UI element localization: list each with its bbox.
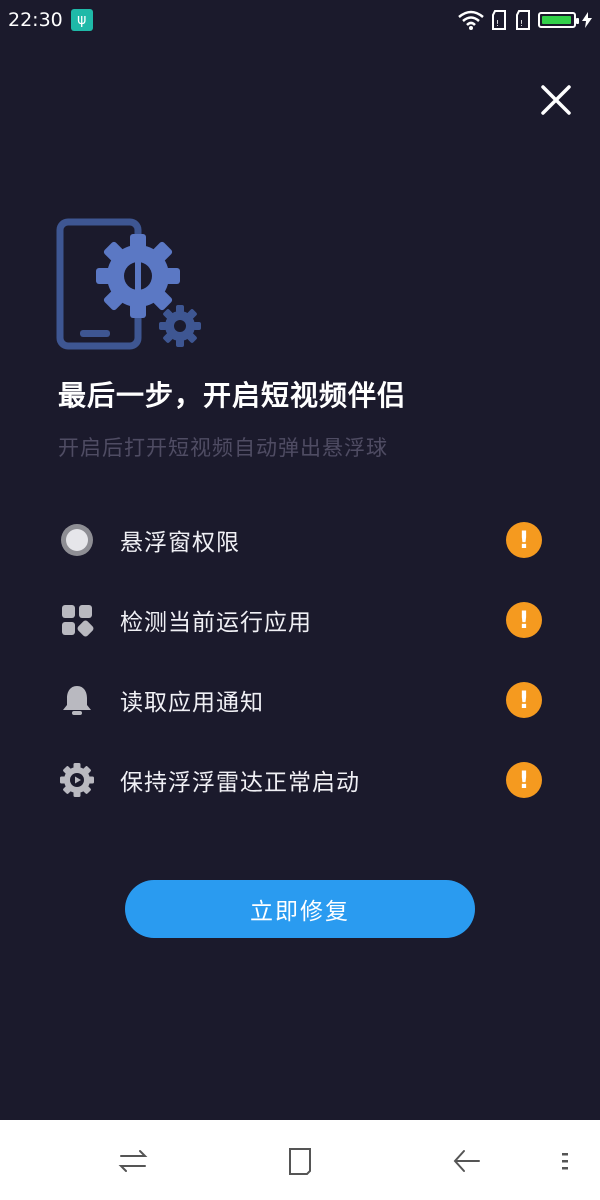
phone-gear-icon [56,218,206,353]
back-icon[interactable] [450,1144,484,1178]
close-button[interactable] [536,80,576,120]
permission-label: 保持浮浮雷达正常启动 [120,770,360,796]
permission-item-running-apps[interactable]: 检测当前运行应用 ! [58,590,548,650]
permission-label: 悬浮窗权限 [120,530,240,556]
usb-icon: ψ [70,9,93,31]
close-icon[interactable] [536,80,576,120]
float-window-icon [58,521,96,559]
sim-card-2-icon: ! [516,10,530,30]
status-bar-right: ! ! [458,9,592,31]
warning-icon: ! [506,762,542,798]
permission-label: 检测当前运行应用 [120,610,312,636]
warning-icon: ! [506,682,542,718]
wifi-icon [458,10,484,30]
status-bar-left: 22:30 ψ [8,9,93,31]
permission-label: 读取应用通知 [120,690,264,716]
charging-icon [582,12,592,28]
home-square-icon[interactable] [283,1144,317,1178]
clock: 22:30 [8,9,63,31]
permission-item-keep-alive[interactable]: 保持浮浮雷达正常启动 ! [58,750,548,810]
battery-icon [538,12,579,28]
bell-icon [58,681,96,719]
gear-play-icon [58,761,96,799]
permission-item-float-window[interactable]: 悬浮窗权限 ! [58,510,548,570]
warning-icon: ! [506,522,542,558]
apps-grid-icon [58,601,96,639]
navigation-bar [0,1120,600,1200]
menu-icon[interactable] [556,1144,590,1178]
svg-text:!: ! [520,19,523,28]
svg-text:!: ! [496,19,499,28]
page-subtitle: 开启后打开短视频自动弹出悬浮球 [58,436,388,460]
permission-item-notifications[interactable]: 读取应用通知 ! [58,670,548,730]
sim-card-1-icon: ! [492,10,506,30]
status-bar: 22:30 ψ ! ! [0,0,600,40]
fix-now-button[interactable]: 立即修复 [125,880,475,938]
switch-icon[interactable] [116,1144,150,1178]
page-title: 最后一步，开启短视频伴侣 [58,379,407,412]
warning-icon: ! [506,602,542,638]
